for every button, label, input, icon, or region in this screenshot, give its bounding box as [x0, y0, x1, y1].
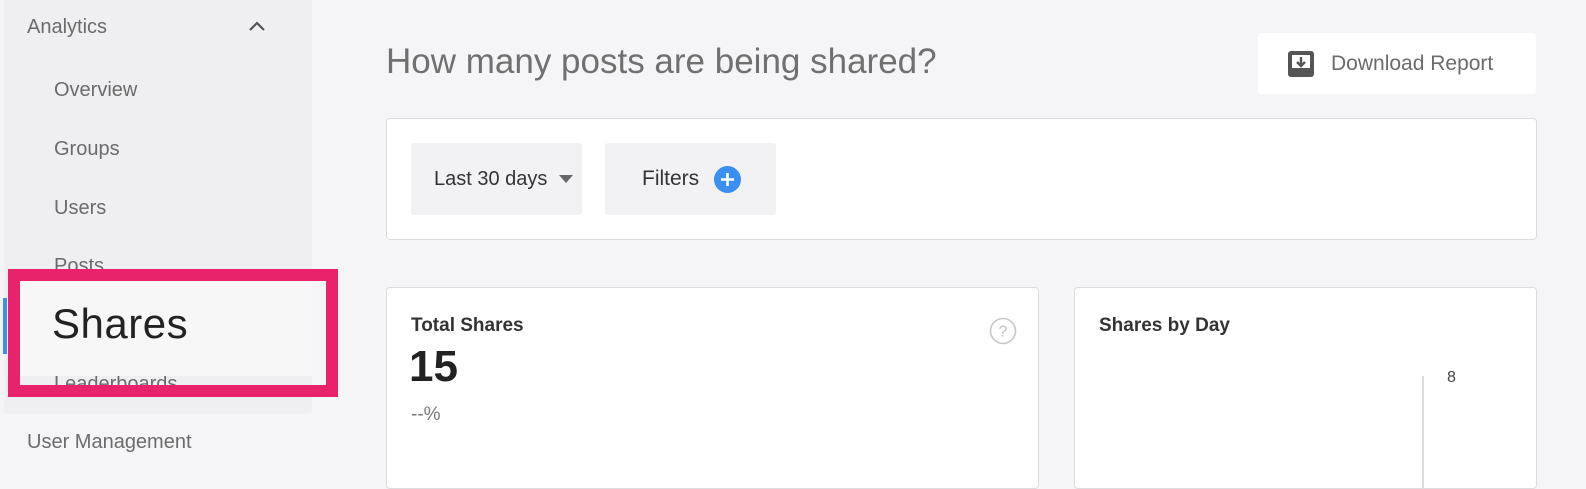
y-tick-label: 8 [1447, 369, 1456, 386]
sidebar-item-user-management[interactable]: User Management [27, 431, 192, 454]
chevron-up-icon[interactable] [248, 20, 266, 32]
page-title: How many posts are being shared? [386, 42, 937, 81]
download-icon [1288, 50, 1314, 77]
date-range-label: Last 30 days [434, 167, 548, 190]
svg-text:?: ? [999, 324, 1008, 341]
stat-change: --% [411, 404, 441, 425]
sidebar: Analytics Overview Groups Users Posts Le… [0, 0, 338, 474]
stat-title: Total Shares [411, 315, 524, 336]
stat-value: 15 [409, 342, 458, 391]
filters-button[interactable]: Filters [605, 143, 776, 215]
plus-circle-icon [714, 165, 742, 193]
filters-label: Filters [642, 167, 700, 190]
highlight-annotation [8, 269, 338, 397]
sidebar-item-groups[interactable]: Groups [54, 138, 120, 161]
filter-bar: Last 30 days Filters [386, 118, 1537, 240]
download-report-button[interactable]: Download Report [1258, 33, 1536, 94]
download-report-label: Download Report [1331, 51, 1494, 75]
total-shares-card: Total Shares 15 --% ? [386, 287, 1039, 489]
sidebar-item-users[interactable]: Users [54, 197, 106, 220]
help-icon[interactable]: ? [989, 317, 1017, 345]
date-range-select[interactable]: Last 30 days [411, 143, 582, 215]
sidebar-item-overview[interactable]: Overview [54, 79, 137, 102]
shares-by-day-chart: 8 [1422, 369, 1456, 488]
caret-down-icon [559, 175, 574, 183]
shares-by-day-card: Shares by Day 8 [1074, 287, 1537, 489]
sidebar-section-analytics[interactable]: Analytics [27, 16, 107, 39]
